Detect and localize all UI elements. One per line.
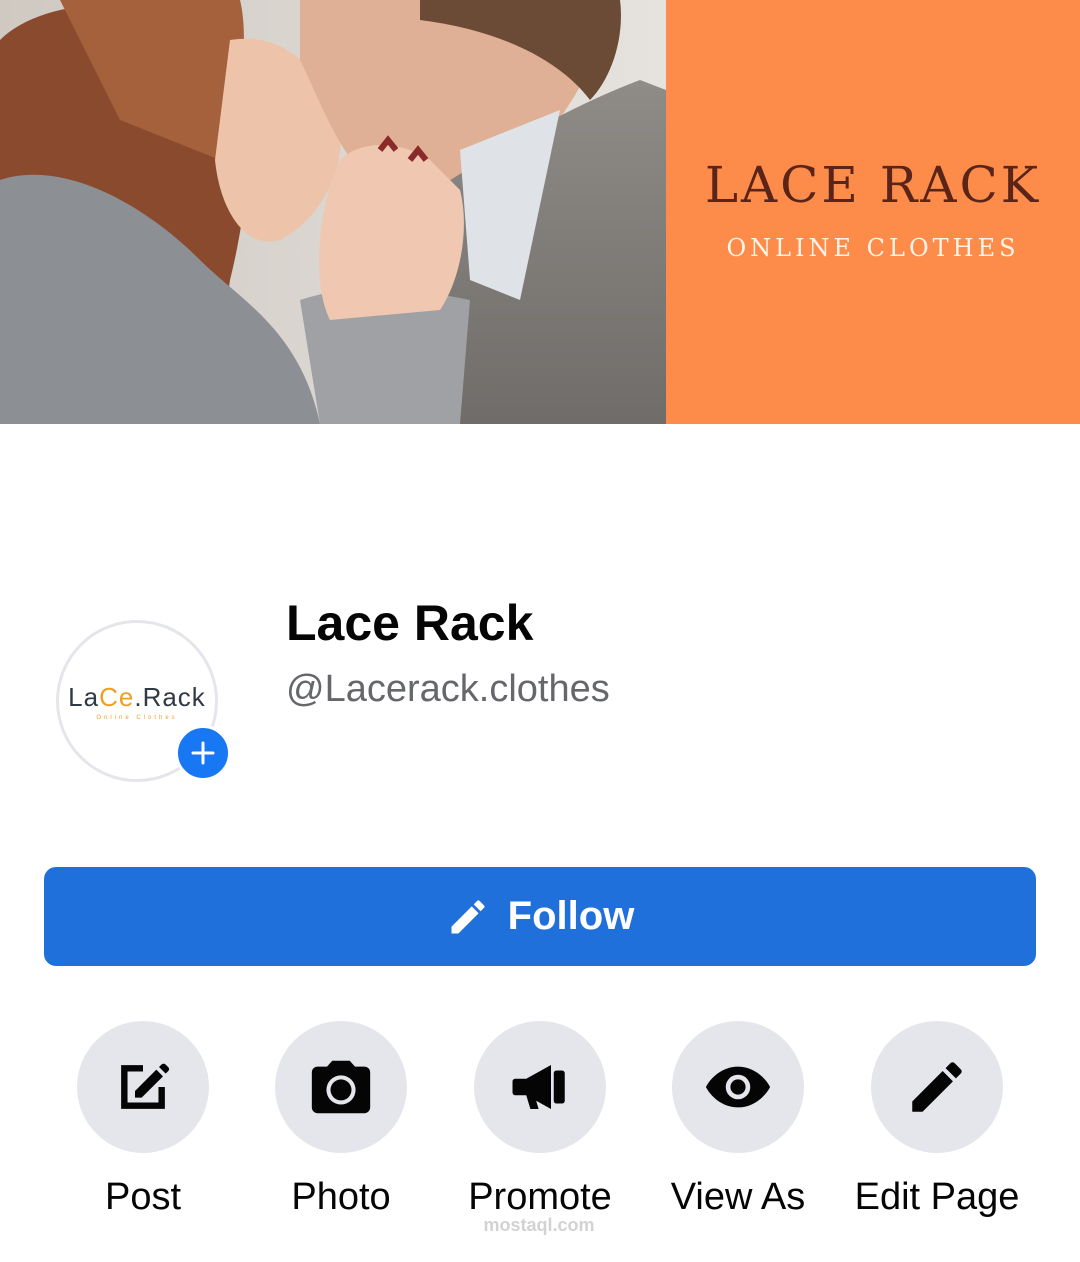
megaphone-icon [512,1065,565,1109]
post-action[interactable]: Post [43,1021,243,1241]
edit-page-button[interactable] [871,1021,1003,1153]
follow-button-label: Follow [507,894,635,938]
camera-icon [311,1060,371,1114]
cover-brand-title: LACE RACK [704,156,1042,214]
promote-label: Promote [468,1176,612,1218]
page-handle: @Lacerack.clothes [286,668,610,710]
view-as-label: View As [670,1176,806,1218]
edit-square-icon [121,1063,170,1109]
post-label: Post [104,1176,182,1218]
page-title: Lace Rack [286,595,534,651]
view-as-button[interactable] [672,1021,804,1153]
add-profile-photo-button[interactable] [175,725,231,781]
edit-page-label: Edit Page [854,1176,1020,1218]
post-button[interactable] [77,1021,209,1153]
edit-page-action[interactable]: Edit Page [837,1021,1037,1241]
photo-action[interactable]: Photo [241,1021,441,1241]
view-as-action[interactable]: View As [638,1021,838,1241]
plus-icon [191,741,215,765]
cover-photo [0,0,666,424]
cover-image[interactable]: LACE RACK ONLINE CLOTHES [0,0,1080,424]
cover-banner: LACE RACK ONLINE CLOTHES [666,0,1080,424]
avatar-logo: LaCe.Rack [68,681,206,712]
follow-button[interactable]: Follow [44,867,1036,966]
avatar-tagline: Online Clothes [96,714,178,721]
promote-button[interactable] [474,1021,606,1153]
pencil-icon [451,899,485,933]
eye-icon [705,1066,771,1108]
watermark: mostaql.com [483,1215,595,1235]
photo-button[interactable] [275,1021,407,1153]
cover-brand-subtitle: ONLINE CLOTHES [726,234,1020,262]
promote-action[interactable]: Promote [440,1021,640,1241]
photo-label: Photo [291,1176,391,1218]
couple-photo [0,0,666,424]
pencil-icon [912,1062,962,1112]
